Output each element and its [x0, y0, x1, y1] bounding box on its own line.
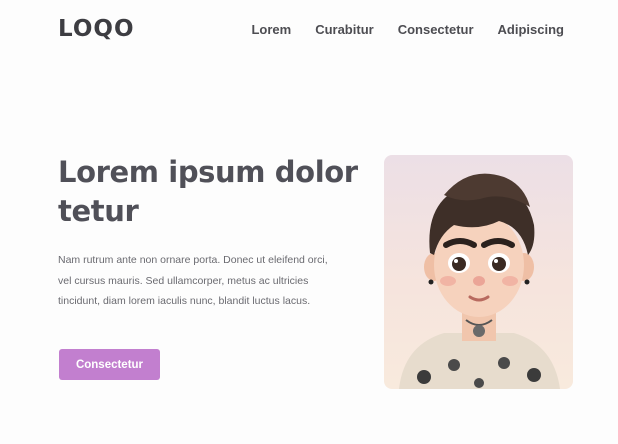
nav-item-adipiscing[interactable]: Adipiscing	[498, 22, 564, 37]
logo[interactable]: LOQO	[58, 16, 135, 42]
page: LOQO Lorem Curabitur Consectetur Adipisc…	[0, 0, 618, 444]
hero-portrait-image	[384, 155, 573, 389]
nav-item-consectetur[interactable]: Consectetur	[398, 22, 474, 37]
cta-button[interactable]: Consectetur	[59, 349, 160, 380]
hero-title: Lorem ipsum dolor tetur	[58, 155, 358, 228]
logo-text: LOQO	[58, 16, 135, 42]
hero-description: Nam rutrum ante non ornare porta. Donec …	[58, 254, 328, 307]
main-nav: Lorem Curabitur Consectetur Adipiscing	[251, 22, 564, 37]
nav-item-lorem[interactable]: Lorem	[251, 22, 291, 37]
avatar-illustration	[399, 173, 560, 389]
nav-item-curabitur[interactable]: Curabitur	[315, 22, 374, 37]
